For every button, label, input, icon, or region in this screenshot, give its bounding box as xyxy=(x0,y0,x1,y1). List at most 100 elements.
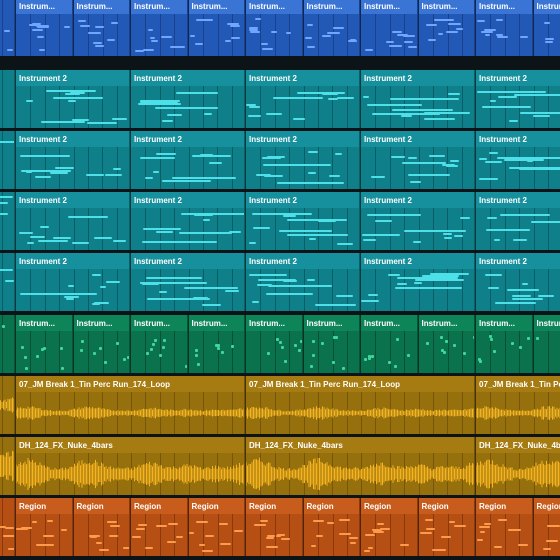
midi-note xyxy=(511,295,532,298)
midi-note xyxy=(414,281,423,284)
midi-note xyxy=(109,535,119,538)
midi-note xyxy=(79,348,83,352)
region-partial[interactable] xyxy=(0,437,15,495)
midi-notes xyxy=(16,86,129,128)
region-partial[interactable] xyxy=(0,70,15,128)
midi-notes xyxy=(476,269,560,311)
midi-region[interactable]: Instrument 2 xyxy=(130,131,245,189)
midi-note xyxy=(490,100,497,103)
region-title: Instrum... xyxy=(188,0,244,14)
beat-gridline xyxy=(1,0,3,56)
midi-region[interactable]: Instrum... xyxy=(72,0,130,56)
midi-note xyxy=(109,525,121,528)
midi-region[interactable]: Instrument 2 xyxy=(130,253,245,311)
midi-region[interactable]: Instrument 2 xyxy=(475,70,560,128)
midi-region[interactable]: Region xyxy=(245,498,303,556)
midi-region[interactable]: Instrum... xyxy=(72,315,130,373)
midi-region[interactable]: Region xyxy=(187,498,245,556)
midi-note xyxy=(308,151,318,154)
midi-region[interactable]: Region xyxy=(417,498,475,556)
midi-region[interactable]: Instrum... xyxy=(245,315,303,373)
midi-region[interactable]: Instrument 2 xyxy=(15,131,130,189)
midi-region[interactable]: Instrum... xyxy=(532,0,560,56)
midi-region[interactable]: Instrum... xyxy=(245,0,303,56)
midi-region[interactable]: Instrument 2 xyxy=(130,192,245,250)
beat-gridline xyxy=(59,269,60,311)
beat-gridline xyxy=(231,14,233,56)
midi-region[interactable]: Instrum... xyxy=(417,315,475,373)
midi-notes xyxy=(131,269,244,311)
midi-note xyxy=(252,301,260,304)
midi-region[interactable]: Instrument 2 xyxy=(15,253,130,311)
midi-region[interactable]: Region xyxy=(72,498,130,556)
midi-region[interactable]: Instrument 2 xyxy=(15,70,130,128)
midi-region[interactable]: Region xyxy=(475,498,533,556)
midi-note xyxy=(500,213,538,216)
beat-gridline xyxy=(375,514,376,556)
audio-region[interactable]: DH_124_FX_Nuke_4bars xyxy=(15,437,245,495)
midi-region[interactable]: Region xyxy=(532,498,560,556)
midi-region[interactable]: Instrum... xyxy=(130,315,188,373)
midi-region[interactable]: Instrum... xyxy=(15,0,73,56)
midi-region[interactable]: Instrum... xyxy=(475,0,533,56)
midi-region[interactable]: Region xyxy=(15,498,73,556)
region-partial[interactable] xyxy=(0,131,15,189)
midi-region[interactable]: Instrument 2 xyxy=(475,131,560,189)
midi-region[interactable]: Instrument 2 xyxy=(245,192,360,250)
midi-region[interactable]: Instrum... xyxy=(130,0,188,56)
midi-region[interactable]: Region xyxy=(302,498,360,556)
audio-region[interactable]: 07_JM Break 1_Tin Perc Run_174_Loop xyxy=(15,376,245,434)
midi-note xyxy=(338,532,352,535)
midi-region[interactable]: Instrum... xyxy=(417,0,475,56)
midi-notes xyxy=(246,269,359,311)
midi-notes xyxy=(74,14,130,56)
region-partial[interactable] xyxy=(0,376,15,434)
region-partial[interactable] xyxy=(0,315,15,373)
midi-note xyxy=(35,176,51,179)
region-title: Instrum... xyxy=(476,315,532,331)
region-title: Instrum... xyxy=(188,315,244,331)
audio-region[interactable]: DH_124_FX_Nuke_4bars xyxy=(245,437,475,495)
midi-region[interactable]: Instrument 2 xyxy=(245,70,360,128)
audio-region[interactable]: 07_JM Break 1_Tin Perc Run_174_Loop xyxy=(475,376,560,434)
midi-region[interactable]: Instrum... xyxy=(302,315,360,373)
midi-region[interactable]: Instrument 2 xyxy=(360,253,475,311)
midi-region[interactable]: Instrument 2 xyxy=(360,70,475,128)
midi-note xyxy=(514,93,560,96)
midi-region[interactable]: Region xyxy=(130,498,188,556)
midi-note xyxy=(262,163,331,166)
midi-region[interactable]: Instrument 2 xyxy=(475,253,560,311)
midi-region[interactable]: Instrum... xyxy=(187,315,245,373)
midi-region[interactable]: Instrum... xyxy=(360,0,418,56)
region-partial[interactable] xyxy=(0,192,15,250)
waveform-shape xyxy=(476,459,560,489)
audio-region[interactable]: 07_JM Break 1_Tin Perc Run_174_Loop xyxy=(245,376,475,434)
midi-region[interactable]: Instrument 2 xyxy=(245,131,360,189)
midi-region[interactable]: Instrument 2 xyxy=(475,192,560,250)
midi-region[interactable]: Instrument 2 xyxy=(130,70,245,128)
midi-region[interactable]: Instrum... xyxy=(15,315,73,373)
midi-notes xyxy=(0,315,14,373)
midi-note xyxy=(198,544,205,547)
region-title: Instrum... xyxy=(533,0,560,14)
midi-region[interactable]: Instrum... xyxy=(302,0,360,56)
midi-region[interactable]: Instrum... xyxy=(475,315,533,373)
midi-region[interactable]: Instrum... xyxy=(187,0,245,56)
midi-note xyxy=(507,529,521,532)
region-partial[interactable] xyxy=(0,498,15,556)
midi-region[interactable]: Instrument 2 xyxy=(15,192,130,250)
midi-region[interactable]: Region xyxy=(360,498,418,556)
midi-region[interactable]: Instrument 2 xyxy=(360,192,475,250)
midi-region[interactable]: Instrum... xyxy=(532,315,560,373)
midi-region[interactable]: Instrument 2 xyxy=(245,253,360,311)
region-title: Instrument 2 xyxy=(16,131,129,147)
audio-region[interactable]: DH_124_FX_Nuke_4bars xyxy=(475,437,560,495)
region-partial[interactable] xyxy=(0,253,15,311)
midi-note xyxy=(380,527,390,530)
waveform-shape xyxy=(246,457,474,491)
midi-notes xyxy=(0,253,14,311)
waveform xyxy=(0,437,14,495)
midi-region[interactable]: Instrument 2 xyxy=(360,131,475,189)
region-partial[interactable] xyxy=(0,0,15,56)
midi-region[interactable]: Instrum... xyxy=(360,315,418,373)
